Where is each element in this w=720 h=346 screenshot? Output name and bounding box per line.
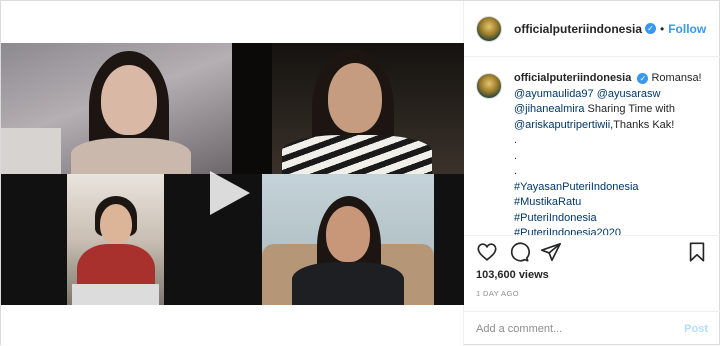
caption-username[interactable]: officialputeriindonesia — [514, 72, 631, 84]
view-count[interactable]: 103,600 views — [476, 269, 549, 281]
hashtag-link[interactable]: #PuteriIndonesia2020 — [514, 226, 702, 235]
author-username[interactable]: officialputeriindonesia — [514, 22, 642, 36]
heart-icon[interactable] — [476, 241, 498, 263]
verified-badge-icon: ✓ — [645, 23, 657, 34]
video-call-tile-4 — [262, 174, 434, 305]
instagram-post: officialputeriindonesia ✓ • Follow offic… — [0, 0, 720, 346]
caption-text: officialputeriindonesia ✓ Romansa! @ayum… — [514, 71, 702, 235]
mention-link[interactable]: @ayumaulida97 — [514, 88, 594, 100]
caption-dot: . — [514, 134, 518, 146]
paper-plane-icon[interactable] — [540, 241, 562, 263]
mention-link[interactable]: @ariskaputripertiwii — [514, 119, 610, 131]
mention-link[interactable]: @jihanealmira — [514, 103, 584, 115]
caption-text-thanks: ,Thanks Kak! — [610, 118, 675, 131]
video-player[interactable] — [1, 43, 464, 305]
caption-first-line: Romansa! — [651, 72, 702, 84]
post-header: officialputeriindonesia ✓ • Follow — [464, 1, 720, 57]
video-call-tile-1 — [1, 43, 232, 174]
bookmark-icon[interactable] — [686, 241, 708, 263]
post-comment-button[interactable]: Post — [684, 323, 708, 335]
separator-dot: • — [660, 21, 665, 36]
caption-area: officialputeriindonesia ✓ Romansa! @ayum… — [464, 57, 720, 235]
caption-dot: . — [514, 165, 518, 177]
author-avatar[interactable] — [476, 15, 502, 42]
caption-text-sharing: Sharing Time with — [587, 103, 675, 115]
action-icons — [476, 241, 708, 265]
post-media — [1, 1, 464, 346]
hashtag-link[interactable]: #PuteriIndonesia — [514, 211, 702, 227]
hashtag-link[interactable]: #MustikaRatu — [514, 195, 702, 211]
video-call-tile-2 — [232, 43, 464, 174]
follow-button[interactable]: Follow — [668, 22, 706, 36]
play-icon[interactable] — [210, 171, 250, 215]
hashtag-link[interactable]: #YayasanPuteriIndonesia — [514, 180, 702, 196]
post-actions: 103,600 views 1 DAY AGO Post — [464, 235, 720, 345]
comment-bubble-icon[interactable] — [508, 241, 530, 263]
caption-row: officialputeriindonesia ✓ Romansa! @ayum… — [476, 71, 708, 235]
comment-input[interactable] — [476, 322, 666, 335]
verified-badge-icon: ✓ — [637, 73, 649, 84]
caption-dot: . — [514, 149, 518, 162]
caption-avatar[interactable] — [476, 73, 502, 99]
post-timestamp[interactable]: 1 DAY AGO — [476, 289, 519, 298]
comment-bar: Post — [464, 311, 720, 345]
video-call-tile-3 — [67, 174, 164, 305]
mention-link[interactable]: @ayusarasw — [597, 88, 661, 100]
